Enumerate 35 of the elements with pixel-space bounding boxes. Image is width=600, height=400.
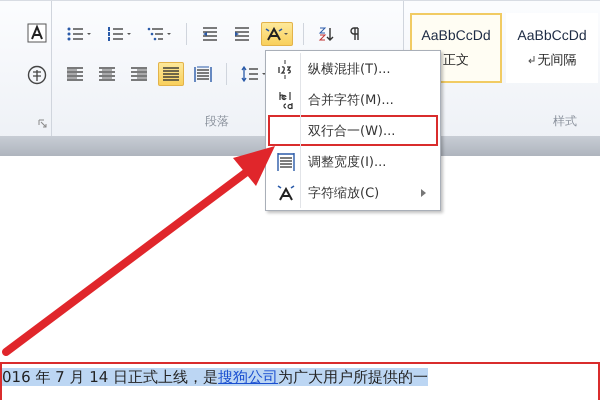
asian-layout-button[interactable] xyxy=(261,22,293,46)
return-mark-icon xyxy=(528,56,534,64)
asian-layout-icon xyxy=(265,26,289,42)
sort-icon xyxy=(318,26,334,42)
text-link[interactable]: 搜狗公司 xyxy=(218,368,278,386)
adjust-width-icon xyxy=(277,152,295,172)
group-label: 段落 xyxy=(204,113,230,130)
style-gallery-item[interactable]: AaBbCcDd 无间隔 xyxy=(506,13,598,83)
pilcrow-icon xyxy=(348,26,360,42)
align-left-icon xyxy=(66,66,84,82)
numbered-list-icon xyxy=(106,26,132,42)
decrease-indent-icon xyxy=(201,26,219,42)
align-center-icon xyxy=(98,66,116,82)
justify-icon xyxy=(162,66,180,82)
multilevel-list-icon xyxy=(146,26,172,42)
distributed-icon xyxy=(194,66,212,82)
increase-indent-icon xyxy=(233,26,251,42)
menu-item[interactable]: 双行合一(W)... xyxy=(268,115,438,146)
group-label: 样式 xyxy=(552,113,578,130)
vertical-numbers-icon xyxy=(278,59,291,79)
dialog-launcher-icon[interactable] xyxy=(38,119,47,128)
menu-item[interactable]: 字符缩放(C) xyxy=(268,177,438,208)
text-border-icon[interactable] xyxy=(27,23,47,43)
style-preview: AaBbCcDd xyxy=(517,27,587,43)
menu-item[interactable]: 合并字符(M)... xyxy=(268,84,438,115)
character-scale-icon xyxy=(277,184,295,200)
align-right-icon xyxy=(130,66,148,82)
style-preview: AaBbCcDd xyxy=(421,27,491,43)
bullet-list-icon xyxy=(66,26,92,42)
enclose-character-icon[interactable] xyxy=(27,65,47,85)
style-name: 无间隔 xyxy=(538,51,576,69)
document-text: 016 年 7 月 14 日正式上线，是搜狗公司为广大用户所提供的一 xyxy=(2,368,428,386)
justify-button[interactable] xyxy=(158,62,184,86)
menu-item[interactable]: 调整宽度(I)... xyxy=(268,146,438,177)
style-name: 正文 xyxy=(443,51,469,69)
